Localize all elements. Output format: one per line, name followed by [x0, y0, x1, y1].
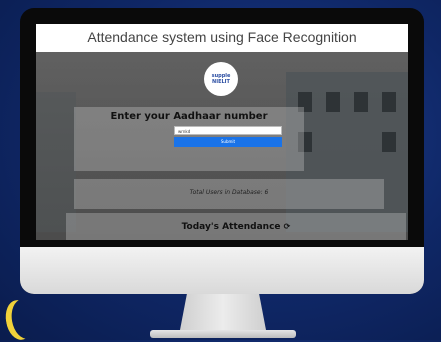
- nielit-logo: supple NIELIT: [204, 62, 238, 96]
- building-window: [382, 132, 396, 152]
- building-window: [354, 92, 368, 112]
- submit-button[interactable]: Submit: [174, 137, 282, 147]
- building-window: [382, 92, 396, 112]
- aadhaar-input[interactable]: wrnkd: [174, 126, 282, 135]
- aadhaar-heading: Enter your Aadhaar number: [110, 111, 268, 122]
- screen: Attendance system using Face Recognition…: [36, 24, 408, 240]
- total-users-text: Total Users in Database: 6: [189, 189, 269, 196]
- moon-decoration: [3, 298, 36, 342]
- refresh-icon[interactable]: ⟳: [284, 222, 291, 231]
- attendance-heading: Today's Attendance ⟳: [181, 222, 291, 232]
- monitor-stand: [180, 294, 266, 330]
- stats-card: Total Users in Database: 6: [74, 179, 384, 209]
- attendance-card: Today's Attendance ⟳: [66, 213, 406, 240]
- page-title: Attendance system using Face Recognition: [36, 24, 408, 52]
- building-image-left: [36, 92, 76, 232]
- building-window: [326, 92, 340, 112]
- aadhaar-form-card: Enter your Aadhaar number wrnkd Submit: [74, 107, 304, 171]
- monitor-base: [150, 330, 296, 338]
- monitor-chin: [20, 247, 424, 294]
